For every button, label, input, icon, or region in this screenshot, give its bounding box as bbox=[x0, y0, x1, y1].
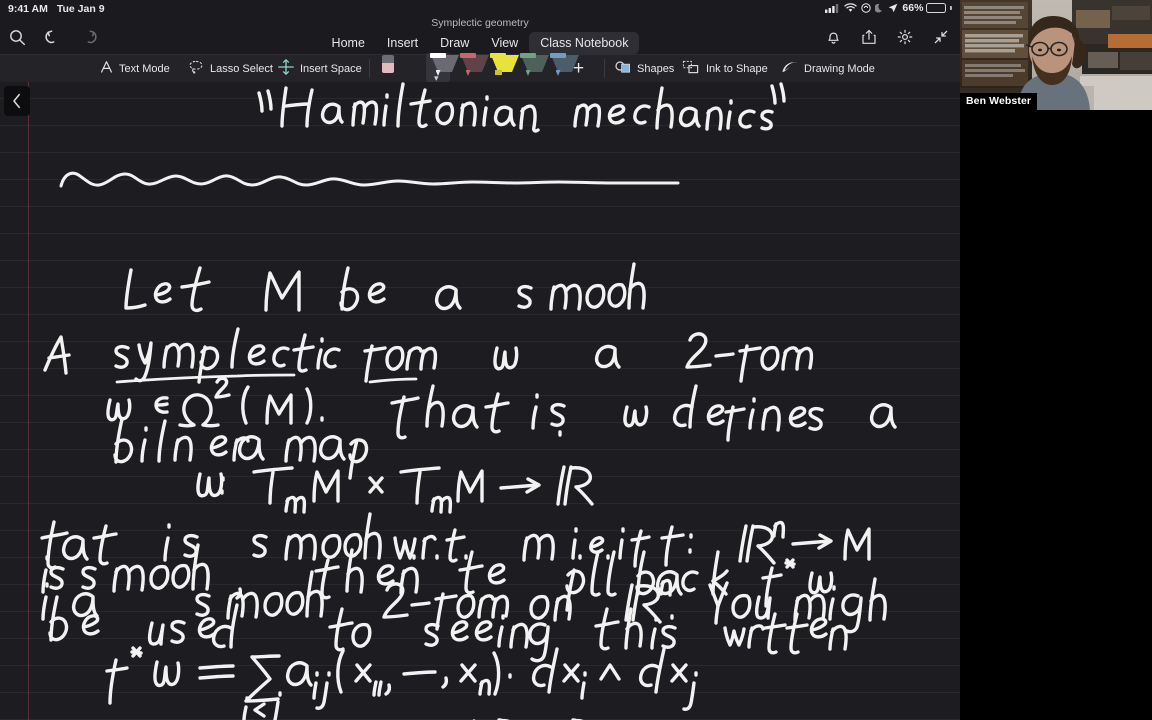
ink-to-shape-button[interactable]: Ink to Shape bbox=[682, 55, 768, 82]
participant-name-label: Ben Webster bbox=[960, 93, 1038, 110]
pen-red-tool[interactable] bbox=[456, 53, 489, 82]
back-button[interactable] bbox=[4, 86, 30, 116]
pen-blue-tool[interactable] bbox=[546, 53, 579, 82]
lasso-icon bbox=[188, 60, 204, 77]
status-date: Tue Jan 9 bbox=[56, 3, 105, 15]
app-root: 9:41 AM Tue Jan 9 66% Symplectic geometr… bbox=[0, 0, 1152, 720]
header-right-actions bbox=[822, 26, 952, 48]
pen-red-tip bbox=[465, 70, 471, 76]
battery-icon: 66% bbox=[902, 2, 952, 14]
insert-space-button[interactable]: Insert Space bbox=[278, 55, 362, 82]
note-canvas[interactable] bbox=[0, 82, 960, 720]
battery-shell bbox=[926, 3, 947, 13]
pen-red-cap bbox=[460, 53, 476, 58]
app-header: Symplectic geometry Home Insert Draw Vie… bbox=[0, 17, 960, 54]
pen-green-tool[interactable] bbox=[516, 53, 549, 82]
toolbar-divider-1 bbox=[369, 59, 370, 78]
tab-insert[interactable]: Insert bbox=[376, 32, 429, 54]
status-time: 9:41 AM bbox=[8, 3, 48, 15]
document-title: Symplectic geometry bbox=[431, 17, 529, 29]
text-mode-label: Text Mode bbox=[119, 62, 170, 75]
shapes-icon bbox=[615, 60, 631, 77]
cellular-signal-icon bbox=[825, 3, 840, 13]
tab-home[interactable]: Home bbox=[321, 32, 376, 54]
pen-white-cap bbox=[430, 53, 446, 58]
battery-nub bbox=[950, 6, 952, 10]
insert-space-label: Insert Space bbox=[300, 62, 362, 75]
bell-icon[interactable] bbox=[822, 26, 844, 48]
ios-status-bar: 9:41 AM Tue Jan 9 66% bbox=[0, 0, 960, 18]
ink-to-shape-label: Ink to Shape bbox=[706, 62, 768, 75]
highlighter-tip bbox=[494, 70, 502, 75]
chevron-left-icon bbox=[13, 93, 20, 109]
eraser-tool[interactable] bbox=[376, 53, 400, 82]
handwritten-ink bbox=[40, 82, 897, 720]
lasso-select-button[interactable]: Lasso Select bbox=[188, 55, 273, 82]
onenote-window: 9:41 AM Tue Jan 9 66% Symplectic geometr… bbox=[0, 0, 960, 720]
eraser-icon bbox=[382, 55, 394, 73]
insert-space-icon bbox=[278, 59, 294, 78]
pen-green-cap bbox=[520, 53, 536, 58]
tab-draw[interactable]: Draw bbox=[429, 32, 480, 54]
drawing-mode-label: Drawing Mode bbox=[804, 62, 875, 75]
status-bar-left: 9:41 AM Tue Jan 9 bbox=[8, 3, 105, 15]
drawing-mode-icon bbox=[781, 60, 798, 77]
toolbar-divider-3 bbox=[604, 59, 605, 78]
orientation-lock-icon bbox=[861, 3, 872, 13]
add-pen-button[interactable]: + bbox=[573, 55, 584, 82]
pen-blue-tip bbox=[555, 70, 561, 76]
battery-percent-label: 66% bbox=[902, 2, 924, 14]
shapes-label: Shapes bbox=[637, 62, 675, 75]
shapes-button[interactable]: Shapes bbox=[615, 55, 674, 82]
status-bar-right: 66% bbox=[825, 2, 952, 14]
highlighter-yellow-tool[interactable] bbox=[486, 53, 519, 82]
ink-to-shape-icon bbox=[682, 60, 700, 77]
pen-white-tool[interactable]: ▾ bbox=[426, 53, 459, 83]
tab-class-notebook[interactable]: Class Notebook bbox=[529, 32, 640, 54]
ribbon-tabs: Home Insert Draw View Class Notebook bbox=[0, 32, 960, 54]
highlighter-cap bbox=[490, 53, 506, 58]
text-mode-button[interactable]: Text Mode bbox=[100, 55, 170, 82]
video-panel: Ben Webster bbox=[960, 0, 1152, 720]
gear-icon[interactable] bbox=[894, 26, 916, 48]
lasso-select-label: Lasso Select bbox=[210, 62, 273, 75]
tab-view[interactable]: View bbox=[480, 32, 529, 54]
wifi-icon bbox=[844, 3, 858, 13]
draw-toolbar: Text Mode Lasso Select Insert Space ▾ + … bbox=[0, 53, 960, 83]
pen-blue-cap bbox=[550, 53, 566, 58]
webcam-tile[interactable]: Ben Webster bbox=[960, 0, 1152, 110]
text-mode-icon bbox=[100, 60, 113, 77]
location-arrow-icon bbox=[888, 3, 898, 13]
drawing-mode-button[interactable]: Drawing Mode bbox=[781, 55, 875, 82]
collapse-icon[interactable] bbox=[930, 26, 952, 48]
pen-green-tip bbox=[525, 70, 531, 76]
share-icon[interactable] bbox=[858, 26, 880, 48]
moon-icon bbox=[875, 3, 884, 13]
pen-tray: ▾ bbox=[376, 53, 579, 83]
